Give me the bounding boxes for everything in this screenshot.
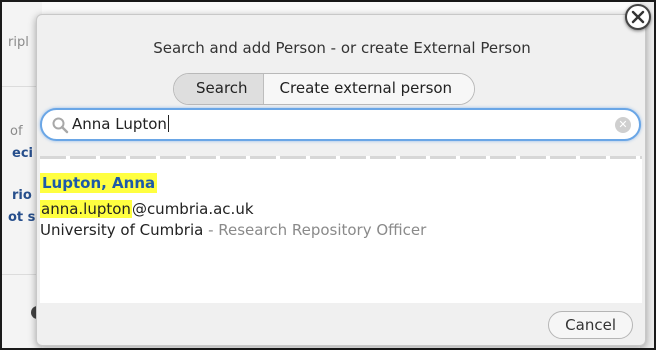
result-name: Lupton, Anna xyxy=(40,173,158,193)
person-search-field[interactable]: Anna Lupton ✕ xyxy=(40,108,641,141)
background-text: ripl xyxy=(8,35,29,50)
background-text: eci xyxy=(12,146,33,161)
mode-switch: Search Create external person xyxy=(173,73,476,105)
background-text: ot s xyxy=(8,210,36,225)
email-highlight: anna.lupton xyxy=(40,200,132,218)
result-email: anna.lupton@cumbria.ac.uk xyxy=(40,199,254,219)
dialog-title: Search and add Person - or create Extern… xyxy=(153,39,531,57)
result-item[interactable]: Lupton, Anna anna.lupton@cumbria.ac.uk U… xyxy=(40,159,642,255)
cancel-button[interactable]: Cancel xyxy=(548,311,633,339)
background-text: of xyxy=(10,124,23,139)
tab-create-external-person[interactable]: Create external person xyxy=(263,74,475,104)
text-caret xyxy=(167,115,169,132)
role-separator: - xyxy=(203,221,219,239)
close-icon xyxy=(631,10,645,24)
result-organisation: University of Cumbria xyxy=(40,221,204,239)
search-input[interactable]: Anna Lupton xyxy=(72,115,169,133)
result-affiliation: University of Cumbria - Research Reposit… xyxy=(40,220,426,240)
result-role: Research Repository Officer xyxy=(218,221,427,239)
email-domain: @cumbria.ac.uk xyxy=(131,200,254,218)
add-person-dialog: Search and add Person - or create Extern… xyxy=(36,14,646,346)
tab-search[interactable]: Search xyxy=(174,74,264,104)
background-text: rio xyxy=(12,188,32,203)
search-value: Anna Lupton xyxy=(72,115,167,133)
search-results: Lupton, Anna anna.lupton@cumbria.ac.uk U… xyxy=(40,156,642,303)
close-dialog-button[interactable] xyxy=(625,4,651,30)
clear-search-icon[interactable]: ✕ xyxy=(615,117,631,133)
search-icon xyxy=(51,116,69,134)
